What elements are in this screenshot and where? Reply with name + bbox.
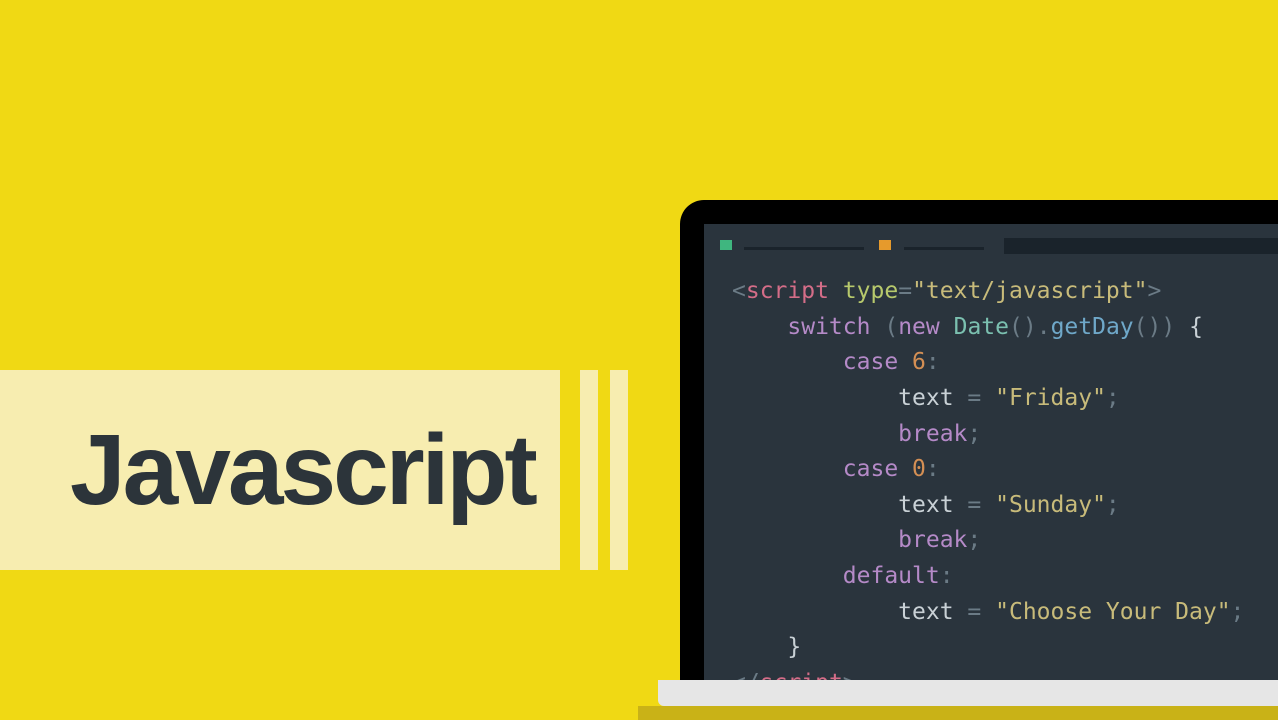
code-token: </: [732, 670, 760, 680]
code-line: default:: [732, 559, 1278, 595]
code-line: }: [732, 630, 1278, 666]
code-token: [954, 385, 968, 411]
tab-line-1: [744, 247, 864, 250]
code-line: text = "Friday";: [732, 381, 1278, 417]
code-token: [981, 599, 995, 625]
code-line: text = "Choose Your Day";: [732, 595, 1278, 631]
code-token: [981, 492, 995, 518]
code-token: }: [787, 634, 801, 660]
laptop-shadow: [638, 706, 1278, 720]
title-text: Javascript: [70, 413, 535, 528]
editor-tab-bar: [704, 232, 1278, 254]
code-token: script: [760, 670, 843, 680]
code-token: text: [898, 492, 953, 518]
tab-indicator-green: [720, 240, 732, 250]
code-token: >: [1147, 278, 1161, 304]
code-token: =: [967, 385, 981, 411]
code-line: text = "Sunday";: [732, 488, 1278, 524]
stripe-1: [580, 370, 598, 570]
code-token: [954, 492, 968, 518]
code-token: ;: [1106, 492, 1120, 518]
code-line: case 0:: [732, 452, 1278, 488]
code-token: [898, 349, 912, 375]
code-token: ;: [1231, 599, 1245, 625]
code-token: case: [843, 349, 898, 375]
code-line: </script>: [732, 666, 1278, 680]
tab-inactive: [1004, 238, 1278, 254]
laptop-illustration: <script type="text/javascript"> switch (…: [658, 200, 1278, 720]
code-token: :: [940, 563, 954, 589]
code-token: 6: [912, 349, 926, 375]
code-token: ()): [1134, 314, 1176, 340]
laptop-base: [658, 680, 1278, 706]
code-token: script: [746, 278, 829, 304]
code-block: <script type="text/javascript"> switch (…: [732, 274, 1278, 680]
code-token: =: [967, 599, 981, 625]
code-token: "Sunday": [995, 492, 1106, 518]
code-token: default: [843, 563, 940, 589]
code-token: type: [843, 278, 898, 304]
code-token: [981, 385, 995, 411]
code-line: break;: [732, 523, 1278, 559]
code-token: switch: [787, 314, 870, 340]
code-token: [954, 599, 968, 625]
code-token: .: [1037, 314, 1051, 340]
title-banner: Javascript: [0, 370, 560, 570]
tab-line-2: [904, 247, 984, 250]
laptop-bezel: <script type="text/javascript"> switch (…: [680, 200, 1278, 680]
code-token: Date: [954, 314, 1009, 340]
code-line: switch (new Date().getDay()) {: [732, 310, 1278, 346]
code-token: break: [898, 527, 967, 553]
code-token: :: [926, 456, 940, 482]
code-token: >: [843, 670, 857, 680]
code-token: <: [732, 278, 746, 304]
code-token: getDay: [1051, 314, 1134, 340]
code-line: break;: [732, 417, 1278, 453]
code-token: =: [898, 278, 912, 304]
code-token: ;: [1106, 385, 1120, 411]
code-token: "Choose Your Day": [995, 599, 1230, 625]
code-token: break: [898, 421, 967, 447]
code-token: :: [926, 349, 940, 375]
code-token: case: [843, 456, 898, 482]
code-line: case 6:: [732, 345, 1278, 381]
laptop-screen: <script type="text/javascript"> switch (…: [704, 224, 1278, 680]
code-token: [829, 278, 843, 304]
code-token: 0: [912, 456, 926, 482]
tab-indicator-orange: [879, 240, 891, 250]
code-token: text: [898, 385, 953, 411]
code-token: new: [898, 314, 940, 340]
code-token: text: [898, 599, 953, 625]
code-token: (: [884, 314, 898, 340]
code-token: [940, 314, 954, 340]
code-token: (): [1009, 314, 1037, 340]
code-token: "text/javascript": [912, 278, 1147, 304]
code-token: {: [1189, 314, 1203, 340]
code-token: ;: [967, 421, 981, 447]
code-token: [1175, 314, 1189, 340]
code-line: <script type="text/javascript">: [732, 274, 1278, 310]
code-token: =: [967, 492, 981, 518]
stripe-2: [610, 370, 628, 570]
code-token: "Friday": [995, 385, 1106, 411]
code-token: [898, 456, 912, 482]
code-token: ;: [967, 527, 981, 553]
code-token: [870, 314, 884, 340]
